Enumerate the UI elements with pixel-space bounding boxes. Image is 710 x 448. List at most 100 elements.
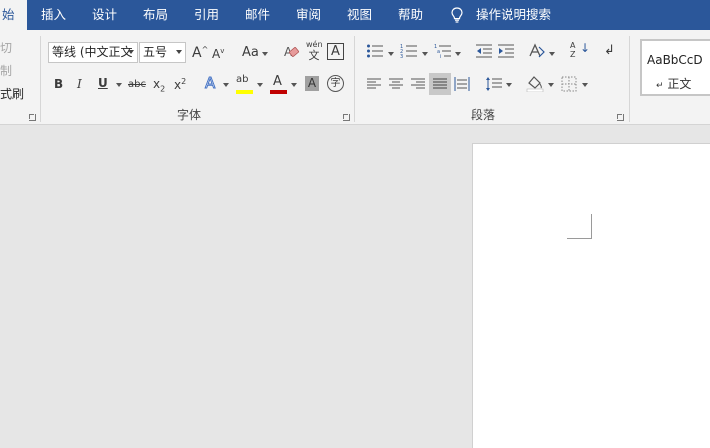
justify-button[interactable] xyxy=(429,73,451,95)
chevron-down-icon xyxy=(128,50,134,54)
sort-z-icon: Z xyxy=(570,50,576,59)
chevron-down-icon[interactable] xyxy=(455,52,461,56)
font-color-swatch xyxy=(270,90,287,94)
font-size-combo[interactable]: 五号 xyxy=(139,42,186,63)
decrease-indent-icon[interactable] xyxy=(475,43,493,59)
highlight-button[interactable]: ab xyxy=(236,75,248,85)
character-border-button[interactable]: A xyxy=(327,43,344,60)
font-group-label: 字体 xyxy=(177,108,202,122)
chevron-down-icon[interactable] xyxy=(291,83,297,87)
chevron-down-icon[interactable] xyxy=(262,52,268,56)
clear-formatting-icon[interactable]: A xyxy=(283,43,301,61)
multilevel-list-icon[interactable]: 1 a i xyxy=(434,43,452,59)
character-shading-button[interactable]: A xyxy=(305,76,319,91)
tab-home[interactable]: 始 xyxy=(0,0,27,30)
text-effects-button[interactable]: A xyxy=(204,75,215,91)
chevron-down-icon xyxy=(176,50,182,54)
align-center-icon[interactable] xyxy=(388,77,404,91)
tab-insert[interactable]: 插入 xyxy=(41,0,66,30)
style-name-label: 正文 xyxy=(667,77,692,91)
tab-help[interactable]: 帮助 xyxy=(398,0,423,30)
underline-button[interactable]: U xyxy=(98,77,108,89)
superscript-mark: 2 xyxy=(181,77,187,86)
grow-font-button[interactable]: A^ xyxy=(192,45,208,61)
tab-references[interactable]: 引用 xyxy=(194,0,219,30)
phonetic-guide-button[interactable]: wén 文 xyxy=(306,40,323,62)
character-shading-icon: A xyxy=(307,76,317,90)
chevron-down-icon[interactable] xyxy=(388,52,394,56)
group-separator xyxy=(40,36,41,122)
paragraph-mark-icon: ↵ xyxy=(656,81,664,91)
style-name: ↵ 正文 xyxy=(656,75,691,92)
font-size-value: 五号 xyxy=(143,45,168,59)
change-case-button[interactable]: Aa xyxy=(242,46,259,59)
phonetic-guide-top: wén xyxy=(306,40,323,49)
cut-button[interactable]: 切 xyxy=(0,39,12,56)
chevron-down-icon[interactable] xyxy=(223,83,229,87)
chevron-down-icon[interactable] xyxy=(549,52,555,56)
justify-icon xyxy=(433,78,447,89)
copy-button[interactable]: 制 xyxy=(0,62,12,79)
document-page[interactable] xyxy=(472,143,710,448)
enclose-characters-button[interactable]: 字 xyxy=(327,75,344,92)
chevron-down-icon[interactable] xyxy=(506,83,512,87)
shrink-font-button[interactable]: Av xyxy=(212,47,224,61)
line-spacing-icon[interactable] xyxy=(485,76,503,92)
style-normal-tile[interactable]: AaBbCcD ↵ 正文 xyxy=(640,39,710,96)
tab-view[interactable]: 视图 xyxy=(347,0,372,30)
svg-text:3: 3 xyxy=(400,54,403,59)
highlight-color-swatch xyxy=(236,90,253,94)
margin-crop-mark xyxy=(591,214,592,239)
superscript-button[interactable]: x2 xyxy=(174,77,187,92)
chevron-down-icon[interactable] xyxy=(548,83,554,87)
tab-design[interactable]: 设计 xyxy=(92,0,117,30)
font-dialog-launcher[interactable] xyxy=(343,114,350,121)
borders-icon[interactable] xyxy=(561,76,577,92)
format-painter-button[interactable]: 式刷 xyxy=(0,85,24,102)
increase-indent-icon[interactable] xyxy=(497,43,515,59)
group-separator xyxy=(629,36,630,122)
style-sample-text: AaBbCcD xyxy=(647,53,703,67)
grow-font-icon: A xyxy=(192,45,202,61)
numbering-icon[interactable]: 123 xyxy=(400,43,418,59)
paragraph-dialog-launcher[interactable] xyxy=(617,114,624,121)
lightbulb-icon[interactable] xyxy=(451,7,463,23)
sort-a-icon: A xyxy=(570,41,576,50)
tab-mailings[interactable]: 邮件 xyxy=(245,0,270,30)
tab-review[interactable]: 审阅 xyxy=(296,0,321,30)
enclose-characters-icon: 字 xyxy=(330,78,341,89)
svg-text:i: i xyxy=(440,54,441,59)
show-hide-marks-icon[interactable]: ↲ xyxy=(604,44,615,57)
ribbon-tab-bar: 始 插入 设计 布局 引用 邮件 审阅 视图 帮助 操作说明搜索 xyxy=(0,0,710,30)
highlight-icon: ab xyxy=(236,74,249,85)
bullets-icon[interactable] xyxy=(366,43,384,59)
ribbon: 切 制 式刷 等线 (中文正文 五号 A^ Av Aa A wén 文 A B … xyxy=(0,30,710,125)
font-name-value: 等线 (中文正文 xyxy=(52,45,133,59)
tab-layout[interactable]: 布局 xyxy=(143,0,168,30)
group-separator xyxy=(354,36,355,122)
paragraph-group-label: 段落 xyxy=(471,108,496,122)
italic-button[interactable]: I xyxy=(77,78,82,90)
chevron-down-icon[interactable] xyxy=(116,83,122,87)
align-right-icon[interactable] xyxy=(410,77,426,91)
shrink-font-icon: A xyxy=(212,47,221,61)
chinese-layout-icon[interactable] xyxy=(528,43,546,59)
align-left-icon[interactable] xyxy=(366,77,382,91)
font-color-button[interactable]: A xyxy=(273,75,282,88)
distributed-icon[interactable] xyxy=(454,76,470,92)
sort-button[interactable]: A Z xyxy=(570,41,575,59)
strikethrough-button[interactable]: abc xyxy=(128,80,146,90)
margin-crop-mark xyxy=(567,238,592,239)
bold-button[interactable]: B xyxy=(54,78,63,90)
tell-me-search[interactable]: 操作说明搜索 xyxy=(476,0,551,30)
phonetic-guide-char: 文 xyxy=(308,49,320,62)
chevron-down-icon[interactable] xyxy=(582,83,588,87)
sort-arrow-icon: ↓ xyxy=(580,41,591,55)
chevron-down-icon[interactable] xyxy=(422,52,428,56)
clipboard-dialog-launcher[interactable] xyxy=(29,114,36,121)
change-case-icon: Aa xyxy=(242,45,259,60)
font-name-combo[interactable]: 等线 (中文正文 xyxy=(48,42,138,63)
subscript-button[interactable]: x2 xyxy=(153,78,165,93)
paragraph-shading-icon[interactable] xyxy=(526,74,544,92)
chevron-down-icon[interactable] xyxy=(257,83,263,87)
